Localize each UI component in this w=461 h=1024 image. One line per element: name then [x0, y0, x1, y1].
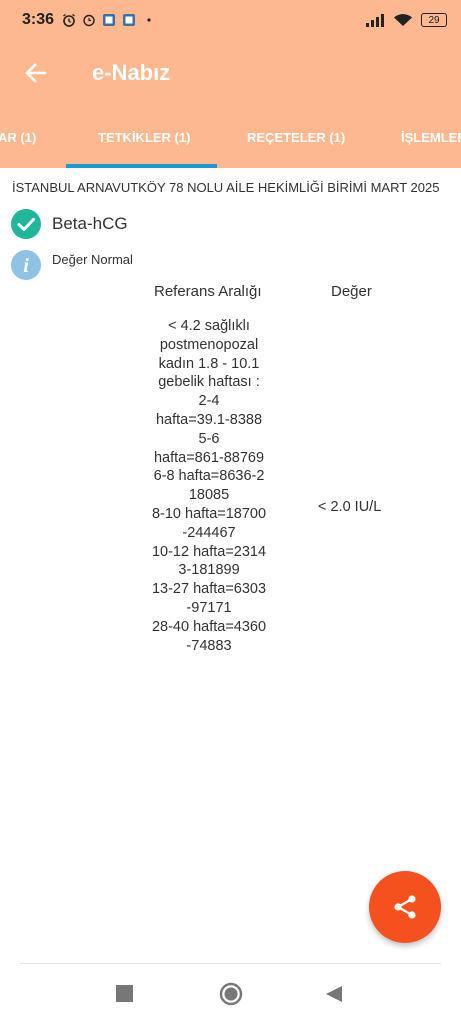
share-icon [394, 895, 416, 919]
reference-line: 10-12 hafta=2314 [151, 543, 267, 560]
reference-line: 13-27 hafta=6303 [151, 581, 267, 598]
reference-line: 28-40 hafta=4360 [151, 618, 267, 635]
tab-indicator [66, 164, 217, 168]
tab-tetkikler[interactable]: TETKİKLER (1) [98, 106, 190, 168]
tab-label: TETKİKLER (1) [98, 129, 191, 145]
back-arrow-icon[interactable] [24, 61, 48, 85]
reference-line: postmenopozal [159, 336, 259, 353]
gallery-icon [103, 14, 116, 26]
app-title: e-Nabız [92, 60, 171, 85]
home-circle-icon[interactable] [219, 982, 243, 1006]
value-header: Değer [331, 283, 372, 300]
tab-bar: AR (1) TETKİKLER (1) REÇETELER (1) İŞLEM… [0, 106, 461, 168]
reference-line: kadın 1.8 - 10.1 [158, 355, 260, 372]
clock-icon [83, 14, 95, 27]
share-button[interactable] [369, 871, 441, 943]
nav-divider [20, 963, 441, 964]
reference-line: 18085 [188, 487, 230, 504]
reference-line: 8-10 hafta=18700 [151, 505, 267, 522]
tab-label: AR (1) [0, 129, 37, 145]
info-icon: i [11, 250, 41, 280]
reference-line: hafta=39.1-8388 [155, 411, 263, 428]
tab-partial-left[interactable]: AR (1) [0, 106, 36, 168]
signal-icon [366, 14, 384, 27]
back-triangle-icon[interactable] [325, 985, 343, 1003]
app-bar: e-Nabız [0, 40, 461, 106]
tab-label: REÇETELER (1) [247, 129, 346, 145]
reference-line: 6-8 hafta=8636-2 [153, 468, 265, 485]
wifi-icon [394, 14, 412, 26]
reference-line: hafta=861-88769 [153, 449, 265, 466]
alarm-icon [63, 13, 75, 27]
svg-text:i: i [23, 255, 29, 277]
battery-level: 29 [428, 14, 440, 26]
facility-name: İSTANBUL ARNAVUTKÖY 78 NOLU AİLE HEKİMLİ… [12, 180, 440, 195]
status-time: 3:36 [22, 11, 55, 28]
result-value: < 2.0 IU/L [318, 499, 382, 515]
reference-line: -97171 [186, 599, 232, 616]
status-bar: 3:36 29 [0, 0, 461, 40]
reference-line: 3-181899 [178, 562, 240, 579]
tab-label: İŞLEMLER [401, 129, 461, 145]
reference-line: 5-6 [198, 430, 220, 447]
result-status: Değer Normal [52, 252, 133, 267]
tab-receteler[interactable]: REÇETELER (1) [247, 106, 345, 168]
reference-line: 2-4 [198, 393, 220, 410]
reference-line: -74883 [186, 637, 232, 654]
gallery-icon [123, 14, 136, 26]
reference-line: < 4.2 sağlıklı [168, 318, 250, 334]
test-name: Beta-hCG [52, 214, 128, 233]
tab-islemler[interactable]: İŞLEMLER [401, 106, 461, 168]
battery-icon: 29 [421, 13, 447, 27]
check-circle-icon [11, 209, 41, 239]
reference-line: -244467 [182, 524, 236, 541]
reference-range-text: < 4.2 sağlıklı postmenopozal kadın 1.8 -… [134, 317, 284, 655]
reference-line: gebelik haftası : [158, 374, 260, 391]
reference-range-header: Referans Aralığı [154, 283, 262, 300]
recents-square-icon[interactable] [116, 985, 133, 1002]
dot-icon [147, 18, 151, 22]
